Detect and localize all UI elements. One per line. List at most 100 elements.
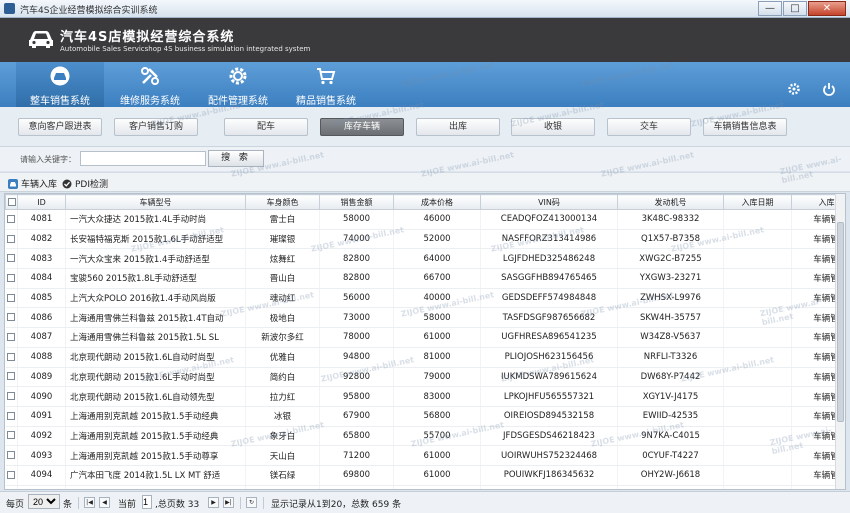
cell-sale-price: 78000: [319, 327, 394, 348]
row-select-cell[interactable]: [5, 367, 18, 388]
column-header[interactable]: 入库日期: [723, 194, 792, 210]
table-row[interactable]: 4085 上汽大众POLO 2016款1.4手动风尚版 魂动红 56000 40000 G…: [5, 288, 845, 309]
row-checkbox[interactable]: [7, 470, 16, 479]
cell-engine-no: SKW4H-35757: [617, 307, 724, 329]
row-checkbox[interactable]: [7, 214, 16, 223]
cell-model: 广汽本田飞度 2014款1.5L LX CVT 舒适: [65, 485, 246, 489]
row-checkbox[interactable]: [7, 372, 16, 381]
row-select-cell[interactable]: [5, 406, 18, 427]
subnav-inventory-vehicles[interactable]: 库存车辆: [320, 118, 404, 136]
per-page-unit: 条: [63, 500, 73, 510]
maximize-button[interactable]: □: [783, 1, 807, 16]
row-checkbox[interactable]: [7, 352, 16, 361]
row-checkbox[interactable]: [7, 234, 16, 243]
module-tab-vehicle-sales[interactable]: 整车销售系统: [16, 62, 104, 107]
row-select-cell[interactable]: [5, 327, 18, 348]
cell-color: 冰银: [245, 406, 320, 427]
subnav-sales-info[interactable]: 车辆销售信息表: [703, 118, 787, 136]
last-page-button[interactable]: ▶|: [223, 497, 234, 508]
cell-engine-no: ZWHSX-L9976: [617, 288, 724, 309]
table-row[interactable]: 4088 北京现代朗动 2015款1.6L自动时尚型 优雅白 94800 81000 PL…: [5, 347, 845, 368]
module-tab-label: 配件管理系统: [208, 96, 268, 107]
row-select-cell[interactable]: [5, 485, 18, 489]
row-select-cell[interactable]: [5, 209, 18, 230]
refresh-button[interactable]: ↻: [246, 497, 257, 508]
settings-icon[interactable]: [787, 82, 801, 96]
column-header[interactable]: 销售金额: [319, 194, 394, 210]
row-checkbox[interactable]: [7, 431, 16, 440]
column-header[interactable]: 车辆型号: [65, 194, 246, 210]
scrollbar-thumb[interactable]: [837, 222, 844, 422]
row-select-cell[interactable]: [5, 248, 18, 270]
table-row[interactable]: 4084 宝骏560 2015款1.8L手动舒适型 晋山白 82800 66700 SAS…: [5, 268, 845, 289]
table-row[interactable]: 4094 广汽本田飞度 2014款1.5L LX MT 舒适 镁石绿 69800 610…: [5, 465, 845, 486]
subnav-cashier[interactable]: 收银: [511, 118, 595, 136]
row-select-cell[interactable]: [5, 386, 18, 407]
table-row[interactable]: 4086 上海通用雪佛兰科鲁兹 2015款1.4T自动 极地白 73000 58000 T…: [5, 307, 845, 329]
prev-page-button[interactable]: ◀: [99, 497, 110, 508]
pdi-check-button[interactable]: PDI检测: [62, 177, 108, 190]
row-checkbox[interactable]: [7, 411, 16, 420]
current-page-input[interactable]: [142, 495, 152, 509]
power-icon[interactable]: [822, 82, 836, 96]
first-page-button[interactable]: |◀: [84, 497, 95, 508]
row-checkbox[interactable]: [7, 392, 16, 401]
close-button[interactable]: ✕: [808, 1, 846, 16]
vehicle-inbound-button[interactable]: 车辆入库: [8, 177, 57, 190]
table-row[interactable]: 4091 上海通用别克凯越 2015款1.5手动经典 冰银 67900 56800 OIR…: [5, 406, 845, 427]
row-checkbox[interactable]: [7, 332, 16, 341]
column-header[interactable]: 发动机号: [617, 194, 724, 210]
column-header[interactable]: 车身颜色: [245, 194, 320, 210]
table-row[interactable]: 4092 上海通用别克凯越 2015款1.5手动经典 象牙白 65800 55700 JF…: [5, 426, 845, 447]
minimize-button[interactable]: —: [758, 1, 782, 16]
subnav-vehicle-allocation[interactable]: 配车: [224, 118, 308, 136]
table-row[interactable]: 4083 一汽大众宝来 2015款1.4手动舒适型 炫舞红 82800 64000 LGJ…: [5, 248, 845, 270]
row-select-cell[interactable]: [5, 426, 18, 447]
column-header[interactable]: VIN码: [480, 194, 618, 210]
subnav-delivery[interactable]: 交车: [607, 118, 691, 136]
row-select-cell[interactable]: [5, 268, 18, 289]
cell-id: 4086: [17, 307, 66, 329]
column-header[interactable]: 成本价格: [393, 194, 481, 210]
subnav-outbound[interactable]: 出库: [416, 118, 500, 136]
row-checkbox[interactable]: [7, 254, 16, 263]
row-select-cell[interactable]: [5, 288, 18, 309]
table-row[interactable]: 4095广汽本田飞度 2014款1.5L LX CVT 舒适跃动橙7030062…: [5, 485, 845, 489]
search-bar: 请输入关键字： 搜 索: [0, 147, 850, 171]
search-button[interactable]: 搜 索: [208, 150, 264, 167]
cell-sale-price: 95800: [319, 386, 394, 407]
row-select-cell[interactable]: [5, 465, 18, 486]
search-input[interactable]: [80, 151, 206, 166]
header-select-all[interactable]: [5, 194, 18, 210]
cell-cost-price: 58000: [393, 307, 481, 329]
row-checkbox[interactable]: [7, 293, 16, 302]
subnav-intent-customer-followup[interactable]: 意向客户跟进表: [18, 118, 102, 136]
table-row[interactable]: 4081 一汽大众捷达 2015款1.4L手动时尚 雷士白 58000 46000 CEA…: [5, 209, 845, 230]
cell-inbound-date: [723, 327, 792, 348]
app-header: 汽车4S店模拟经营综合系统 Automobile Sales Servicsho…: [0, 18, 850, 62]
table-row[interactable]: 4087 上海通用雪佛兰科鲁兹 2015款1.5L SL 新波尔多红 78000 610…: [5, 327, 845, 348]
table-row[interactable]: 4090 北京现代朗动 2015款1.6L自动领先型 拉力红 95800 83000 LP…: [5, 386, 845, 407]
table-row[interactable]: 4093 上海通用别克凯越 2015款1.5手动尊享 天山白 71200 61000 UO…: [5, 445, 845, 466]
cell-id: 4091: [17, 406, 66, 427]
table-row[interactable]: 4082 长安福特福克斯 2015款1.6L手动舒适型 璀璨银 74000 52000 N…: [5, 229, 845, 250]
cell-engine-no: EWIID-42535: [617, 406, 724, 427]
per-page-select[interactable]: 20: [28, 494, 60, 509]
module-tab-parts-management[interactable]: 配件管理系统: [194, 62, 282, 107]
vertical-scrollbar[interactable]: [835, 194, 845, 489]
module-tab-repair-service[interactable]: 维修服务系统: [106, 62, 194, 107]
row-select-cell[interactable]: [5, 445, 18, 466]
column-header[interactable]: ID: [17, 194, 66, 210]
row-select-cell[interactable]: [5, 307, 18, 329]
row-select-cell[interactable]: [5, 229, 18, 250]
row-checkbox[interactable]: [7, 451, 16, 460]
select-all-checkbox[interactable]: [7, 198, 16, 206]
subnav-customer-order[interactable]: 客户销售订购: [114, 118, 198, 136]
next-page-button[interactable]: ▶: [208, 497, 219, 508]
module-tab-boutique-sales[interactable]: 精品销售系统: [282, 62, 370, 107]
row-checkbox[interactable]: [7, 273, 16, 282]
row-select-cell[interactable]: [5, 347, 18, 368]
cell-inbound-date: [723, 367, 792, 388]
table-row[interactable]: 4089 北京现代朗动 2015款1.6L手动时尚型 简约白 92800 79000 IU…: [5, 367, 845, 388]
row-checkbox[interactable]: [7, 313, 16, 322]
